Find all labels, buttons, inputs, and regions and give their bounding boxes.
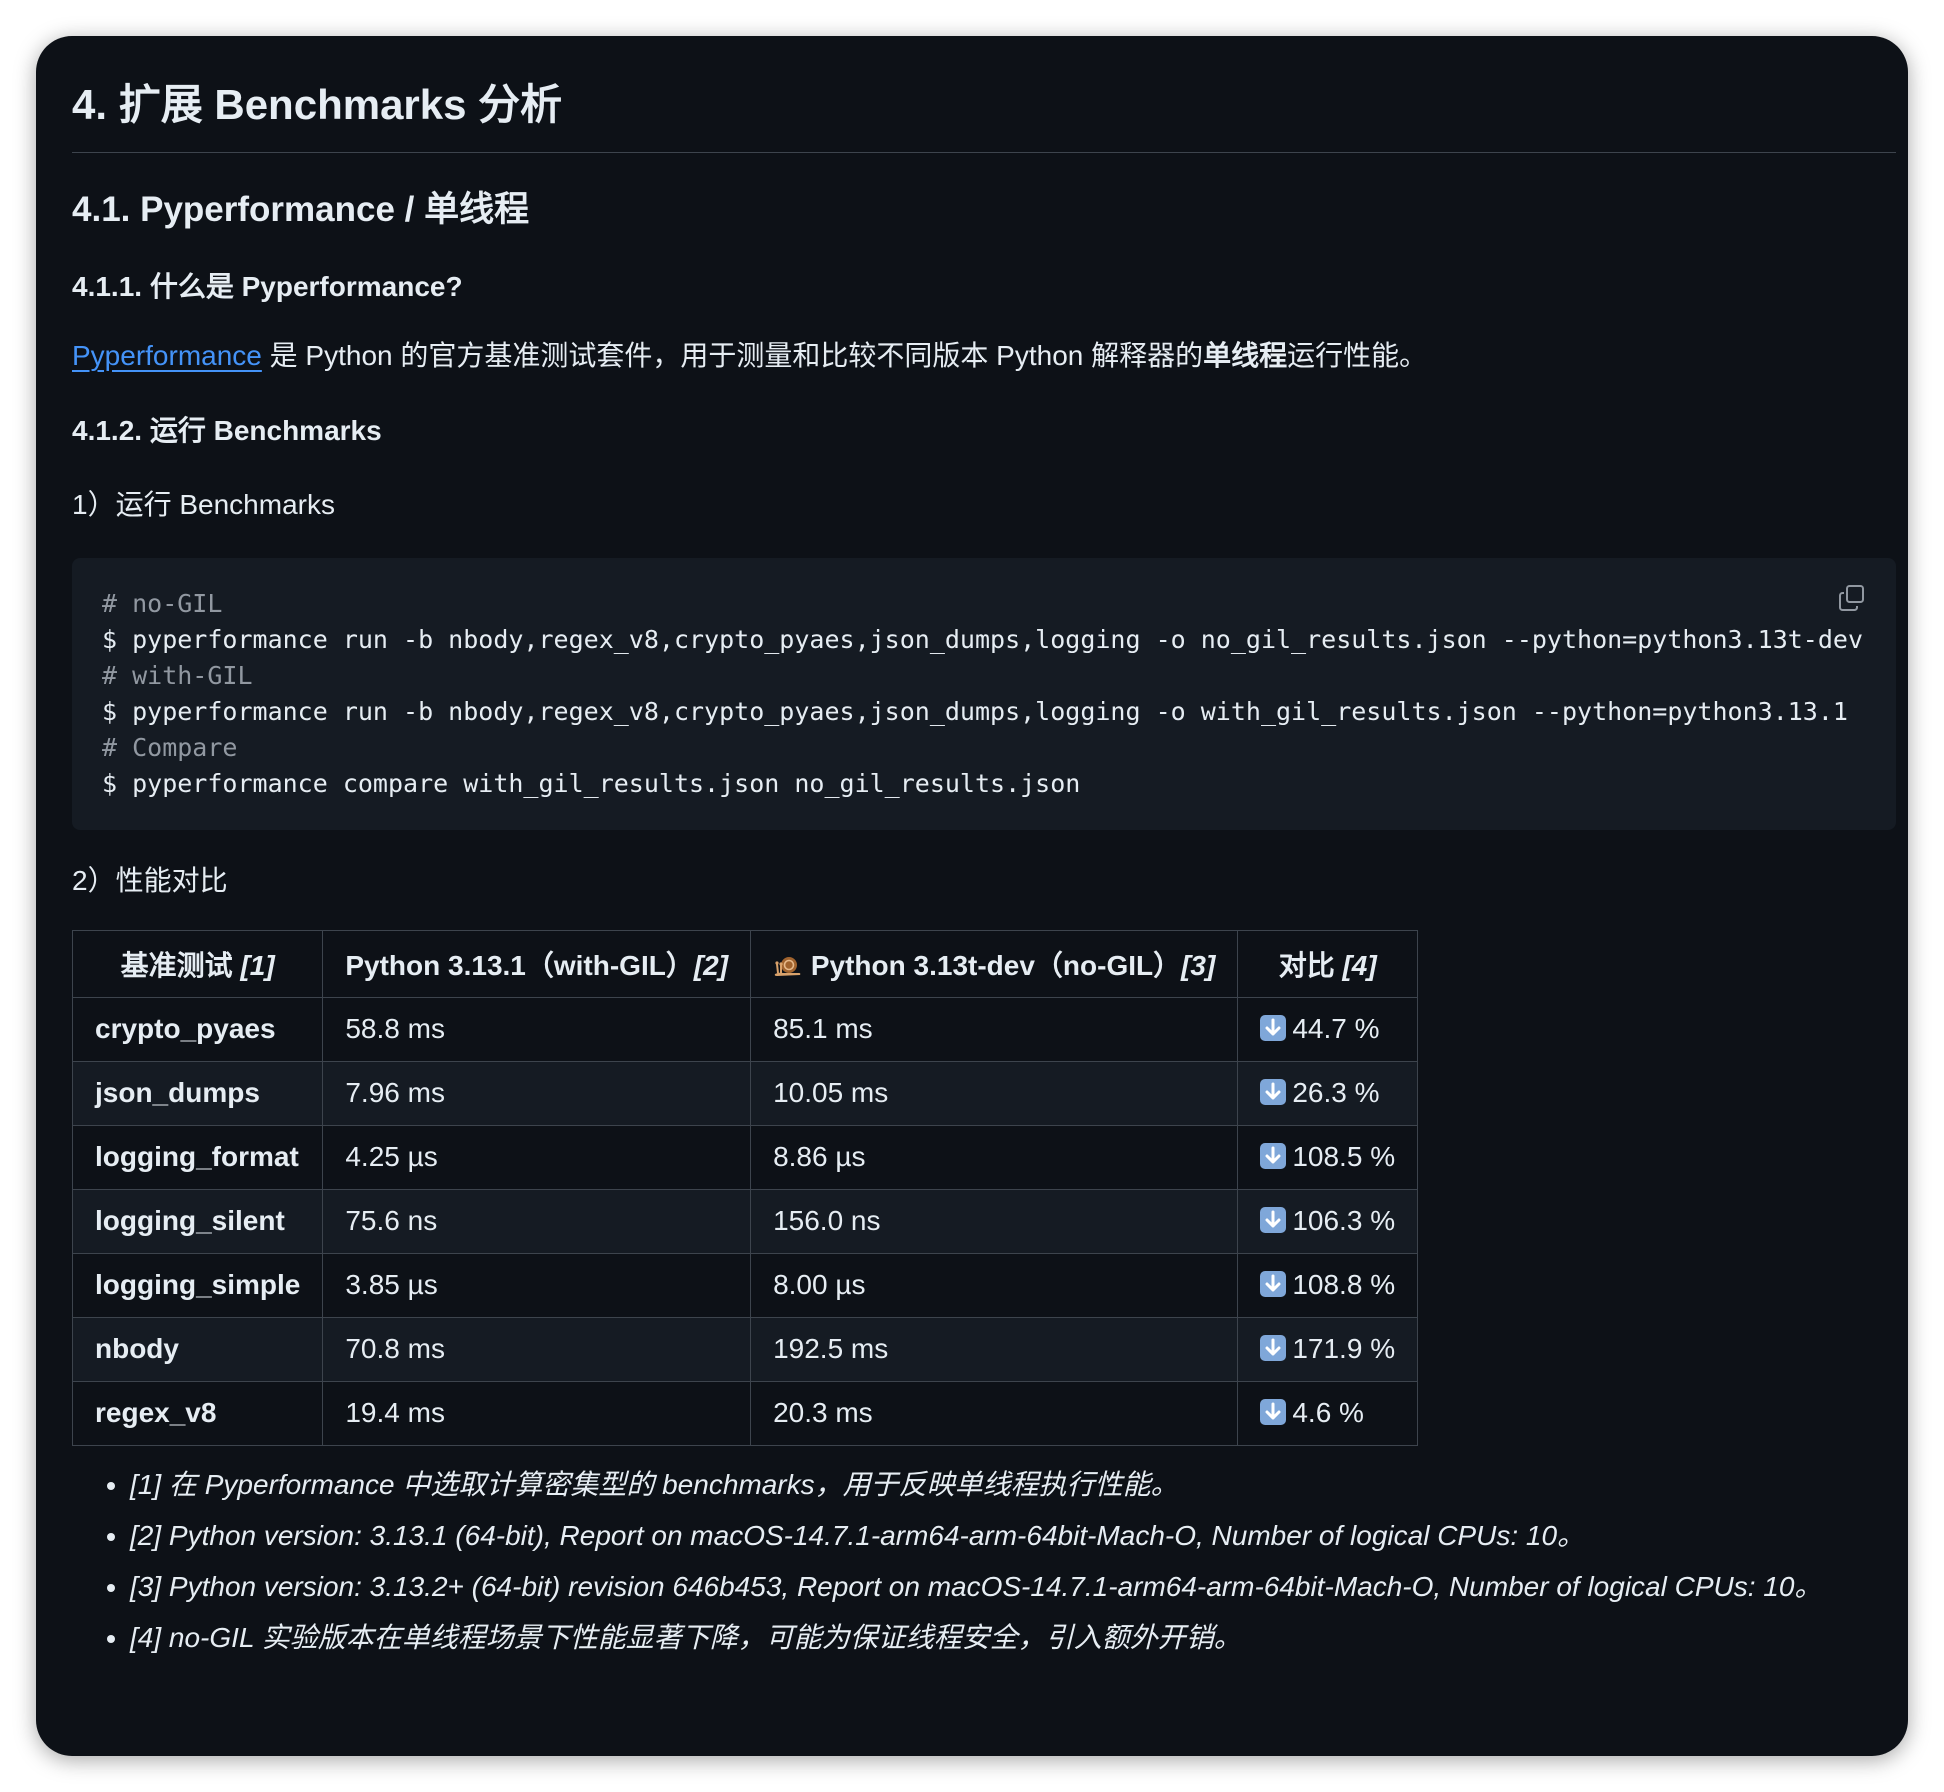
compare-value: 108.8 % [1292,1269,1396,1301]
no-gil-time: 8.00 µs [750,1252,1239,1318]
no-gil-time: 8.86 µs [750,1124,1239,1190]
heading-run-benchmarks: 4.1.2. 运行 Benchmarks [72,415,382,447]
compare-cell: 106.3 % [1237,1188,1419,1254]
benchmark-name: nbody [71,1316,324,1382]
intro-paragraph: Pyperformance 是 Python 的官方基准测试套件，用于测量和比较… [72,335,1896,377]
with-gil-time: 75.6 ns [322,1188,752,1254]
benchmark-name: regex_v8 [71,1380,324,1446]
intro-text-a: 是 Python 的官方基准测试套件，用于测量和比较不同版本 Python 解释… [261,340,1204,372]
benchmark-name: json_dumps [71,1060,324,1126]
compare-value: 4.6 % [1292,1397,1364,1429]
table-row: logging_silent 75.6 ns 156.0 ns 106.3 % [71,1188,1419,1254]
table-row: nbody 70.8 ms 192.5 ms 171.9 % [71,1316,1419,1382]
step-compare-label: 2）性能对比 [72,864,228,896]
pyperformance-link[interactable]: Pyperformance [72,340,262,371]
no-gil-time: 156.0 ns [750,1188,1239,1254]
footnote-item: [2] Python version: 3.13.1 (64-bit), Rep… [130,1515,1896,1557]
with-gil-time: 19.4 ms [322,1380,752,1446]
table-row: json_dumps 7.96 ms 10.05 ms 26.3 % [71,1060,1419,1126]
compare-cell: 44.7 % [1237,996,1419,1062]
intro-text-b: 运行性能。 [1287,340,1428,372]
compare-cell: 4.6 % [1237,1380,1419,1446]
step-run-label: 1）运行 Benchmarks [72,488,335,520]
compare-cell: 26.3 % [1237,1060,1419,1126]
markdown-body: 4. 扩展 Benchmarks 分析 4.1. Pyperformance /… [71,80,1896,1668]
compare-value: 44.7 % [1292,1013,1380,1045]
table-header-row: 基准测试 [1] Python 3.13.1（with-GIL）[2] Pyth… [71,929,1419,998]
down-arrow-icon [1260,1271,1287,1298]
footnote-item: [4] no-GIL 实验版本在单线程场景下性能显著下降，可能为保证线程安全，引… [130,1617,1896,1659]
with-gil-time: 3.85 µs [322,1252,752,1318]
table-row: logging_simple 3.85 µs 8.00 µs 108.8 % [71,1252,1419,1318]
code-command: $ pyperformance run -b nbody,regex_v8,cr… [102,696,1848,726]
code-command: $ pyperformance compare with_gil_results… [102,768,1081,798]
col-header-benchmark: 基准测试 [1] [71,929,324,998]
down-arrow-icon [1260,1079,1287,1106]
code-command: $ pyperformance run -b nbody,regex_v8,cr… [102,624,1863,654]
down-arrow-icon [1260,1207,1287,1234]
compare-cell: 108.8 % [1237,1252,1419,1318]
snail-icon [774,956,801,976]
compare-value: 171.9 % [1292,1333,1396,1365]
code-block[interactable]: # no-GIL $ pyperformance run -b nbody,re… [72,557,1896,830]
code-comment: # no-GIL [102,588,223,618]
table-row: logging_format 4.25 µs 8.86 µs 108.5 % [71,1124,1419,1190]
footnote-item: [3] Python version: 3.13.2+ (64-bit) rev… [130,1566,1896,1608]
down-arrow-icon [1260,1143,1287,1170]
no-gil-time: 192.5 ms [750,1316,1239,1382]
compare-value: 106.3 % [1292,1205,1396,1237]
copy-button[interactable] [1836,582,1868,614]
with-gil-time: 70.8 ms [322,1316,752,1382]
benchmark-table: 基准测试 [1] Python 3.13.1（with-GIL）[2] Pyth… [71,929,1419,1446]
down-arrow-icon [1260,1399,1287,1426]
heading-what-is-pyperformance: 4.1.1. 什么是 Pyperformance? [72,270,463,302]
col-header-no-gil: Python 3.13t-dev（no-GIL）[3] [750,929,1239,998]
code-comment: # with-GIL [102,660,253,690]
intro-bold: 单线程 [1203,340,1288,372]
document-window: 4. 扩展 Benchmarks 分析 4.1. Pyperformance /… [36,36,1908,1756]
benchmark-name: logging_simple [71,1252,324,1318]
no-gil-time: 10.05 ms [750,1060,1239,1126]
footnote-item: [1] 在 Pyperformance 中选取计算密集型的 benchmarks… [130,1464,1896,1506]
section-heading: 4. 扩展 Benchmarks 分析 [72,80,1896,154]
compare-value: 108.5 % [1292,1141,1396,1173]
with-gil-time: 4.25 µs [322,1124,752,1190]
down-arrow-icon [1260,1015,1287,1042]
with-gil-time: 7.96 ms [322,1060,752,1126]
compare-cell: 171.9 % [1237,1316,1419,1382]
compare-value: 26.3 % [1292,1077,1380,1109]
benchmark-name: logging_format [71,1124,324,1190]
compare-cell: 108.5 % [1237,1124,1419,1190]
subsection-heading: 4.1. Pyperformance / 单线程 [72,190,530,230]
benchmark-name: crypto_pyaes [71,996,324,1062]
code-comment: # Compare [102,732,238,762]
copy-icon [1839,584,1864,611]
with-gil-time: 58.8 ms [322,996,752,1062]
no-gil-time: 85.1 ms [750,996,1239,1062]
footnote-list: [1] 在 Pyperformance 中选取计算密集型的 benchmarks… [72,1464,1896,1659]
no-gil-time: 20.3 ms [750,1380,1239,1446]
table-row: crypto_pyaes 58.8 ms 85.1 ms 44.7 % [71,996,1419,1062]
benchmark-name: logging_silent [71,1188,324,1254]
col-header-with-gil: Python 3.13.1（with-GIL）[2] [322,929,752,998]
down-arrow-icon [1260,1335,1287,1362]
col-header-compare: 对比 [4] [1237,929,1419,998]
table-row: regex_v8 19.4 ms 20.3 ms 4.6 % [71,1380,1419,1446]
